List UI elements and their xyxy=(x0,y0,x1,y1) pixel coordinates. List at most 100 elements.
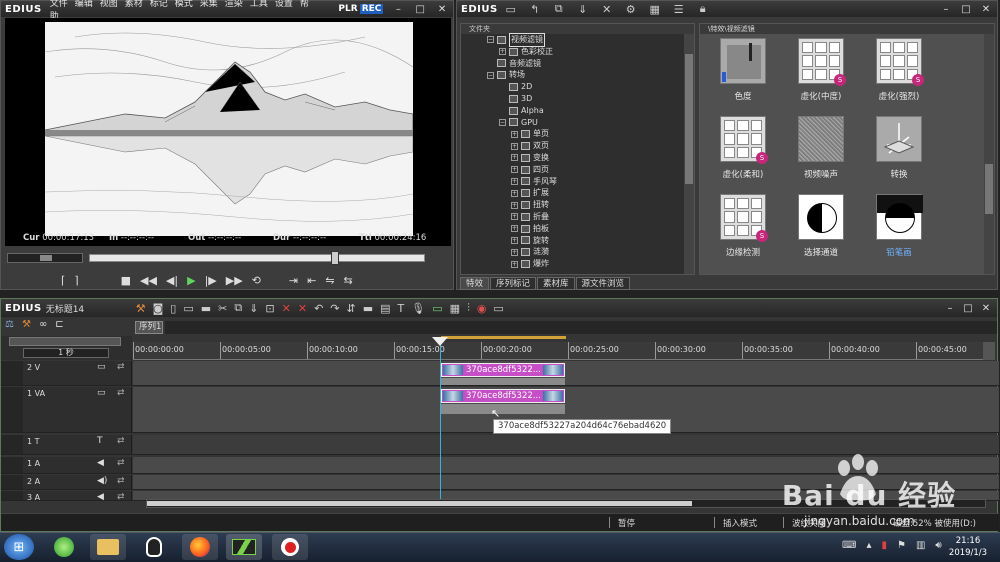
tree-item[interactable]: +音频滤镜 xyxy=(461,58,694,70)
track-header[interactable]: 3 A ◀ ⇄ xyxy=(1,491,132,502)
tree-item[interactable]: + 单页 xyxy=(461,128,694,140)
maximize-icon[interactable]: □ xyxy=(413,3,427,15)
tree-item[interactable]: − 转场 xyxy=(461,69,694,81)
link-icon[interactable]: ⊡ xyxy=(265,302,274,315)
title-icon[interactable]: T xyxy=(398,302,405,315)
taskbar-firefox-icon[interactable] xyxy=(182,534,218,560)
effect-item[interactable]: 选择通道 xyxy=(788,194,854,258)
status-ripple[interactable]: 波纹关闭 xyxy=(792,517,826,529)
tree-item[interactable]: + 折叠 xyxy=(461,211,694,223)
effects-close-icon[interactable]: ✕ xyxy=(979,3,993,15)
track-lock-area[interactable] xyxy=(1,361,23,385)
cut-icon[interactable]: ✂ xyxy=(218,302,227,315)
expand-toggle-icon[interactable]: + xyxy=(511,201,518,209)
timeline-clip[interactable]: 370ace8df5322... xyxy=(441,389,565,403)
tree-item[interactable]: + 双页 xyxy=(461,140,694,152)
flag-icon[interactable]: ⚑ xyxy=(897,540,906,551)
copy-icon[interactable]: ⧉ xyxy=(552,2,566,16)
tree-item[interactable]: + 变换 xyxy=(461,152,694,164)
playhead-line[interactable] xyxy=(440,345,441,499)
expand-toggle-icon[interactable]: − xyxy=(487,71,494,79)
tree-item[interactable]: + 拍板 xyxy=(461,223,694,235)
plr-label[interactable]: PLR xyxy=(338,4,357,14)
scrub-bar[interactable] xyxy=(89,251,425,265)
network-icon[interactable]: ▥ xyxy=(916,540,925,551)
expand-toggle-icon[interactable]: + xyxy=(511,177,518,185)
track-lane[interactable] xyxy=(133,435,999,454)
tree-item[interactable]: + 扭转 xyxy=(461,199,694,211)
export-icon[interactable]: ▭ xyxy=(432,302,442,315)
fast-forward-icon[interactable]: ▶▶ xyxy=(226,274,243,287)
timeline-maximize-icon[interactable]: □ xyxy=(961,302,975,314)
overwrite-icon[interactable]: ⇤ xyxy=(307,274,316,287)
track-toggle-icon[interactable]: ▭ xyxy=(97,388,106,398)
track-sync-icon[interactable]: ⇄ xyxy=(117,476,125,486)
menu-item[interactable]: 视图 xyxy=(100,0,118,9)
minimize-icon[interactable]: – xyxy=(391,3,405,15)
multicam-icon[interactable]: ▦ xyxy=(450,302,460,315)
sync-icon[interactable]: ⚒ xyxy=(22,319,31,333)
track-sync-icon[interactable]: ⇄ xyxy=(117,458,125,468)
track-lane[interactable] xyxy=(133,475,999,489)
step-back-icon[interactable]: ◀| xyxy=(166,274,178,287)
match-icon[interactable]: ⇆ xyxy=(344,274,353,287)
settings-icon[interactable]: ⚙ xyxy=(624,2,638,16)
set-out-icon[interactable]: ⌉ xyxy=(74,274,78,287)
tree-item[interactable]: + 四页 xyxy=(461,164,694,176)
start-button[interactable]: ⊞ xyxy=(4,534,34,560)
effect-item[interactable]: 铅笔画 xyxy=(866,194,932,258)
track-header[interactable]: 1 A ◀ ⇄ xyxy=(1,457,132,473)
track-header[interactable]: 1 T T ⇄ xyxy=(1,435,132,454)
split-icon[interactable]: ⇵ xyxy=(347,302,356,315)
menu-item[interactable]: 素材 xyxy=(125,0,143,9)
undo-icon[interactable]: ↶ xyxy=(314,302,323,315)
track-sync-icon[interactable]: ⇄ xyxy=(117,436,125,446)
effects-minimize-icon[interactable]: – xyxy=(939,3,953,15)
effects-tab[interactable]: 特效 xyxy=(460,277,490,290)
expand-toggle-icon[interactable]: + xyxy=(511,260,518,268)
save-icon[interactable]: ▬ xyxy=(201,302,211,315)
menu-item[interactable]: 工具 xyxy=(250,0,268,9)
mixer-icon[interactable]: ⫶ xyxy=(467,301,470,315)
taskbar-edius-icon[interactable] xyxy=(226,534,262,560)
scrub-thumb[interactable] xyxy=(331,251,340,265)
tree-item[interactable]: + 扩展 xyxy=(461,187,694,199)
redo-icon[interactable]: ↷ xyxy=(330,302,339,315)
insert-icon[interactable]: ⇥ xyxy=(289,274,298,287)
group-icon[interactable]: ⊏ xyxy=(55,319,63,333)
track-toggle-icon[interactable]: ◀) xyxy=(97,476,107,486)
track-lane[interactable] xyxy=(133,457,999,473)
menu-item[interactable]: 文件 xyxy=(50,0,68,9)
effect-item[interactable]: S 虚化(中度) xyxy=(788,38,854,102)
taskbar-360-icon[interactable] xyxy=(46,534,82,560)
track-toggle-icon[interactable]: ◀ xyxy=(97,458,104,468)
up-folder-icon[interactable]: ↰ xyxy=(528,2,542,16)
tray-arrow-icon[interactable]: ▴ xyxy=(866,540,871,551)
close-icon[interactable]: ✕ xyxy=(435,3,449,15)
track-toggle-icon[interactable]: T xyxy=(97,436,103,446)
ruler-scrollbar[interactable] xyxy=(983,342,995,360)
expand-toggle-icon[interactable]: + xyxy=(511,213,518,221)
timeline-minimize-icon[interactable]: – xyxy=(943,302,957,314)
playhead-marker[interactable] xyxy=(432,337,448,346)
effect-item[interactable]: S 边缘检测 xyxy=(710,194,776,258)
track-sync-icon[interactable]: ⇄ xyxy=(117,362,125,372)
track-lock-area[interactable] xyxy=(1,457,23,473)
link-mode-icon[interactable]: ∞ xyxy=(39,319,47,333)
taskbar-qq-icon[interactable] xyxy=(136,534,172,560)
tree-item[interactable]: + 旋转 xyxy=(461,235,694,247)
expand-toggle-icon[interactable]: + xyxy=(511,166,518,174)
track-sync-icon[interactable]: ⇄ xyxy=(117,492,125,502)
status-mode[interactable]: 插入模式 xyxy=(723,517,757,529)
track-lock-area[interactable] xyxy=(1,491,23,500)
rewind-icon[interactable]: ◀◀ xyxy=(140,274,157,287)
track-lock-area[interactable] xyxy=(1,387,23,432)
menu-item[interactable]: 编辑 xyxy=(75,0,93,9)
taskbar-record-icon[interactable] xyxy=(272,534,308,560)
set-in-icon[interactable]: ⌈ xyxy=(61,274,65,287)
paste-clip-icon[interactable]: ⇓ xyxy=(249,302,258,315)
camera-icon[interactable]: ◙ xyxy=(153,302,164,315)
track-lock-area[interactable] xyxy=(1,475,23,489)
tree-item[interactable]: + 色彩校正 xyxy=(461,46,694,58)
track-lock-area[interactable] xyxy=(1,435,23,454)
